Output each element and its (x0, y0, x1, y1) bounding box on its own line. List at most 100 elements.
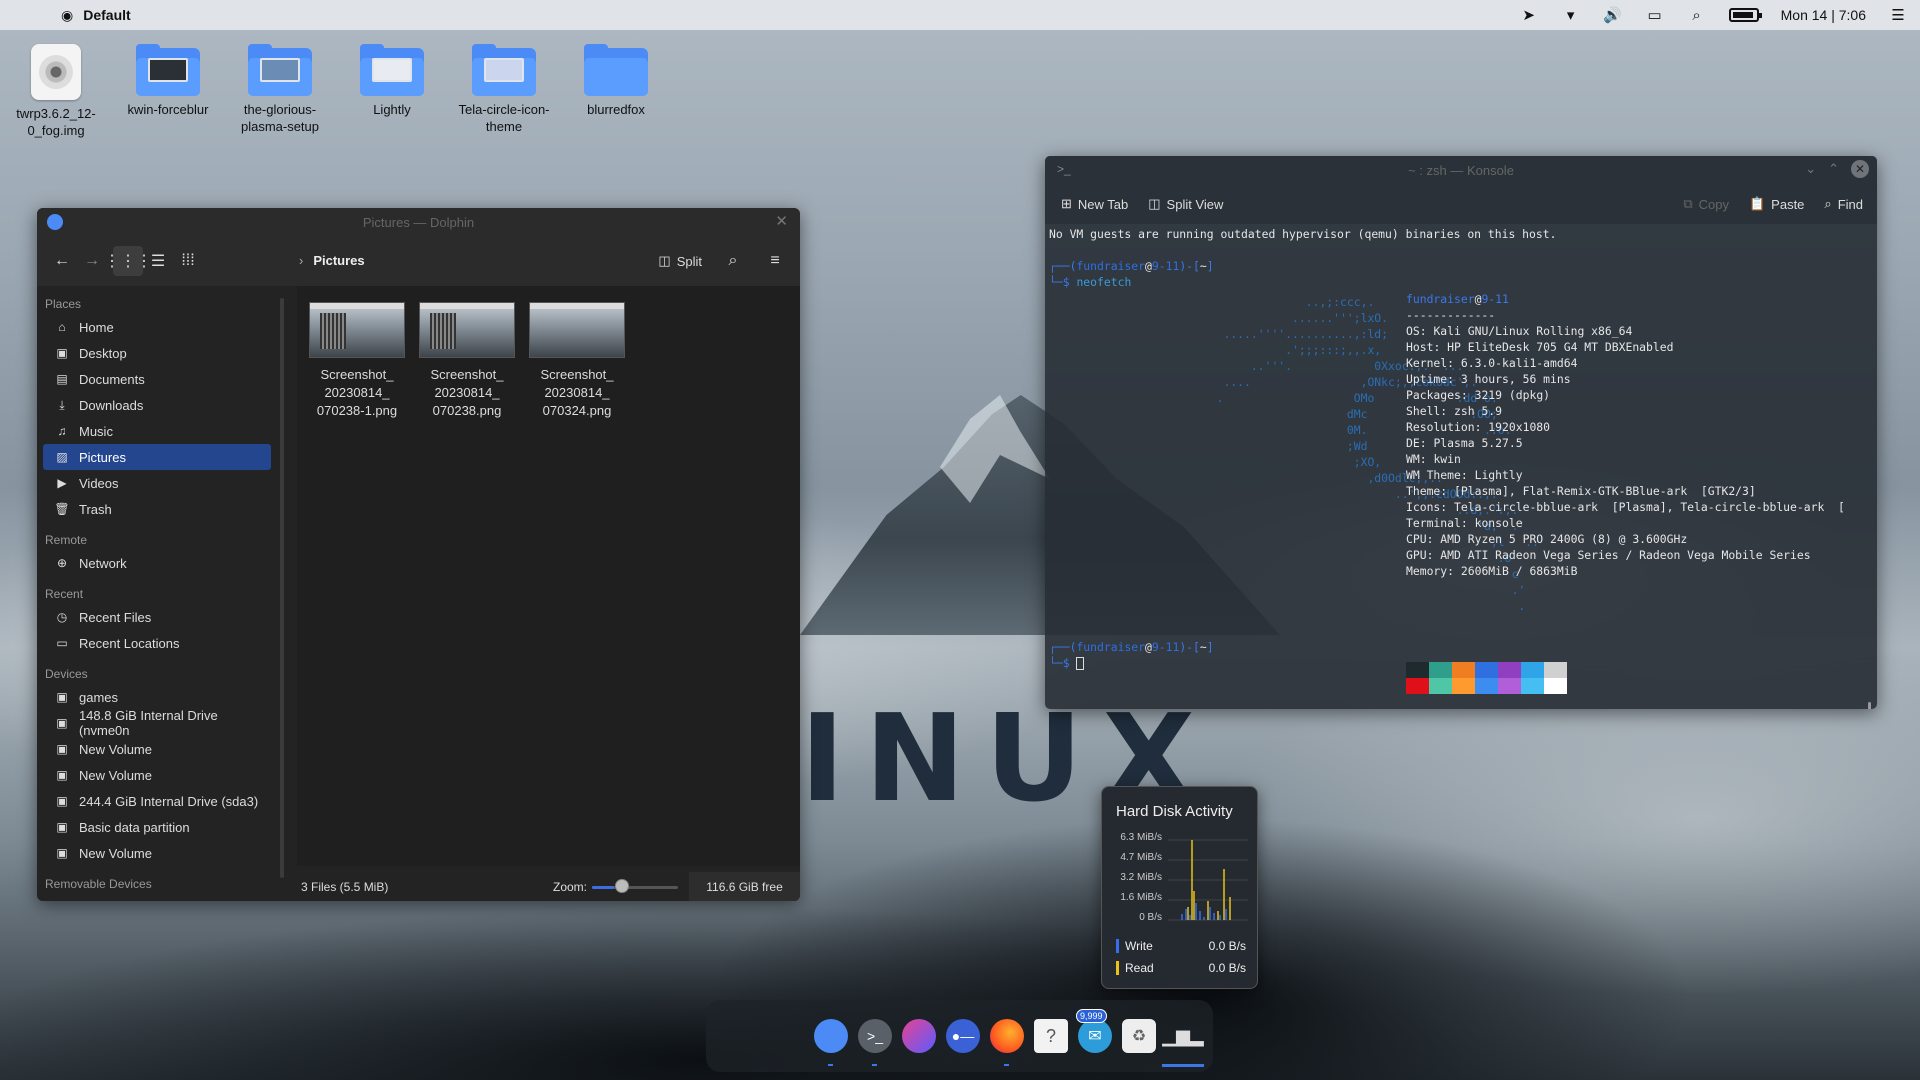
apple-icon[interactable] (726, 1019, 760, 1053)
konsole-titlebar[interactable]: >_ ~ : zsh — Konsole ⌄ ⌃ ✕ (1045, 156, 1877, 184)
sidebar-item-device[interactable]: ▣ Basic data partition (43, 814, 271, 840)
sidebar-scrollbar[interactable] (280, 298, 284, 878)
sidebar-item-label: games (79, 689, 119, 705)
video-icon: ▶ (57, 476, 67, 490)
active-app-title[interactable]: Default (83, 7, 130, 23)
zoom-label: Zoom: (553, 880, 588, 894)
details-view-icon[interactable]: ☰ (143, 246, 173, 276)
sidebar-item-network[interactable]: ⊕ Network (43, 550, 271, 576)
sidebar-item-recent-locations[interactable]: ▭ Recent Locations (43, 630, 271, 656)
desktop-icon-blurredfox[interactable]: blurredfox (566, 44, 666, 119)
desktop-icon-glorious-plasma[interactable]: the-glorious-plasma-setup (230, 44, 330, 136)
file-item[interactable]: Screenshot_ 20230814_ 070238.png (417, 302, 517, 420)
find-button[interactable]: ⌕ Find (1824, 196, 1863, 212)
breadcrumb-current[interactable]: Pictures (313, 253, 364, 268)
compact-view-icon[interactable]: ⁞⁞⁞ (173, 246, 203, 276)
sidebar-item-documents[interactable]: ▤ Documents (43, 366, 271, 392)
back-arrow-icon[interactable]: ← (47, 246, 77, 276)
display-icon[interactable]: ▭ (1645, 7, 1665, 24)
terminal-output[interactable]: No VM guests are running outdated hyperv… (1045, 224, 1877, 709)
control-center-icon[interactable]: ☰ (1888, 7, 1908, 24)
forward-arrow-icon[interactable]: → (77, 246, 107, 276)
info-key: Theme (1406, 484, 1441, 498)
dolphin-app-icon[interactable] (47, 214, 63, 230)
toggle-icon[interactable]: ●— (946, 1019, 980, 1053)
sidebar-item-recent-files[interactable]: ◷ Recent Files (43, 604, 271, 630)
sidebar-item-downloads[interactable]: ⤓ Downloads (43, 392, 271, 418)
dolphin-titlebar[interactable]: Pictures — Dolphin ✕ (37, 208, 800, 236)
new-tab-button[interactable]: ⊞ New Tab (1061, 196, 1128, 212)
terminal-scrollbar[interactable] (1868, 702, 1871, 709)
paste-button[interactable]: 📋 Paste (1749, 196, 1804, 212)
desktop-icon-lightly[interactable]: Lightly (342, 44, 442, 119)
telegram-icon[interactable]: ➤ (1519, 7, 1539, 24)
info-value: HP EliteDesk 705 G4 MT DBXEnabled (1447, 340, 1674, 354)
hard-disk-activity-widget[interactable]: Hard Disk Activity 6.3 MiB/s 4.7 MiB/s 3… (1101, 786, 1258, 989)
color-swatch (1475, 662, 1498, 694)
clock[interactable]: Mon 14 | 7:06 (1781, 7, 1866, 23)
y-tick-label: 1.6 MiB/s (1120, 892, 1162, 903)
info-key: CPU (1406, 532, 1427, 546)
minimize-icon[interactable]: ⌄ (1805, 161, 1816, 177)
image-thumbnail (419, 302, 515, 358)
file-view[interactable]: Screenshot_ 20230814_ 070238-1.png Scree… (297, 286, 800, 866)
info-value: [Plasma], Flat-Remix-GTK-BBlue-ark [GTK2… (1454, 484, 1756, 498)
sidebar-item-device[interactable]: ▣ 244.4 GiB Internal Drive (sda3) (43, 788, 271, 814)
info-key: WM Theme (1406, 468, 1461, 482)
mail-icon[interactable]: ✉ 9,999 (1076, 1009, 1112, 1053)
eye-icon[interactable]: ◉ (61, 7, 73, 24)
desktop-icon-kwin-forceblur[interactable]: kwin-forceblur (118, 44, 218, 119)
window-title: Pictures — Dolphin (362, 214, 475, 230)
apple-icon[interactable] (770, 1019, 804, 1053)
sidebar-item-device[interactable]: ▣ New Volume (43, 840, 271, 866)
terminal-icon[interactable]: >_ (1057, 162, 1071, 176)
file-item[interactable]: Screenshot_ 20230814_ 070238-1.png (307, 302, 407, 420)
search-icon[interactable]: ⌕ (1687, 7, 1707, 24)
battery-icon[interactable] (1728, 8, 1762, 22)
close-icon[interactable]: ✕ (1851, 160, 1869, 178)
info-value: AMD ATI Radeon Vega Series / Radeon Vega… (1440, 548, 1811, 562)
desktop-icon-twrp[interactable]: twrp3.6.2_12-0_fog.img (6, 44, 106, 140)
desktop-icon-tela-circle[interactable]: Tela-circle-icon-theme (454, 44, 554, 136)
info-value: 3 hours, 56 mins (1460, 372, 1571, 386)
sidebar-item-device[interactable]: ▣ New Volume (43, 762, 271, 788)
close-icon[interactable]: ✕ (775, 212, 788, 230)
terminal-prompt: ┌──(fundraiser@9-11)-[~] (1049, 259, 1214, 273)
volume-icon[interactable]: 🔊 (1603, 7, 1623, 24)
sidebar-item-device[interactable]: ▣ 148.8 GiB Internal Drive (nvme0n (43, 708, 271, 738)
zoom-slider-handle[interactable] (615, 879, 629, 893)
split-view-button[interactable]: ◫ Split View (1148, 196, 1223, 212)
file-item[interactable]: Screenshot_ 20230814_ 070324.png (527, 302, 627, 420)
breadcrumb[interactable]: › Pictures (299, 253, 365, 268)
sidebar-item-device[interactable]: ▣ New Volume (43, 736, 271, 762)
sidebar-item-device[interactable]: ▣ games (43, 684, 271, 710)
hamburger-menu-icon[interactable]: ≡ (760, 246, 790, 276)
browser-icon[interactable] (902, 1019, 936, 1053)
terminal-icon[interactable]: >_ (858, 1019, 892, 1066)
sidebar-item-home[interactable]: ⌂ Home (43, 314, 271, 340)
folder-icon[interactable] (814, 1019, 848, 1066)
help-icon[interactable]: ? (1034, 1019, 1068, 1053)
sidebar-item-pictures[interactable]: ▨ Pictures (43, 444, 271, 470)
sidebar-item-trash[interactable]: 🗑 Trash (43, 496, 271, 522)
sidebar-item-label: Recent Files (79, 609, 152, 625)
zoom-slider[interactable] (592, 886, 678, 889)
activity-icon[interactable]: ▁▆▂ (1162, 1019, 1204, 1067)
split-button[interactable]: ◫ Split (654, 253, 706, 269)
drive-icon: ▣ (56, 794, 68, 808)
chevron-down-icon[interactable]: ▾ (1561, 7, 1581, 24)
apple-menu-icon[interactable] (27, 7, 43, 23)
search-icon[interactable]: ⌕ (718, 246, 748, 276)
drive-icon: ▣ (56, 716, 68, 730)
copy-button[interactable]: ⧉ Copy (1683, 196, 1729, 212)
free-space-indicator[interactable]: 116.6 GiB free (689, 872, 800, 901)
firefox-icon[interactable] (990, 1019, 1024, 1066)
section-heading-recent: Recent (45, 587, 84, 601)
recycle-icon[interactable]: ♻ (1122, 1019, 1156, 1053)
sidebar-item-music[interactable]: ♫ Music (43, 418, 271, 444)
icons-view-icon[interactable]: ⋮⋮⋮ (104, 246, 152, 276)
sidebar-item-desktop[interactable]: ▣ Desktop (43, 340, 271, 366)
folder-icon (136, 44, 200, 96)
maximize-icon[interactable]: ⌃ (1828, 161, 1839, 177)
sidebar-item-videos[interactable]: ▶ Videos (43, 470, 271, 496)
